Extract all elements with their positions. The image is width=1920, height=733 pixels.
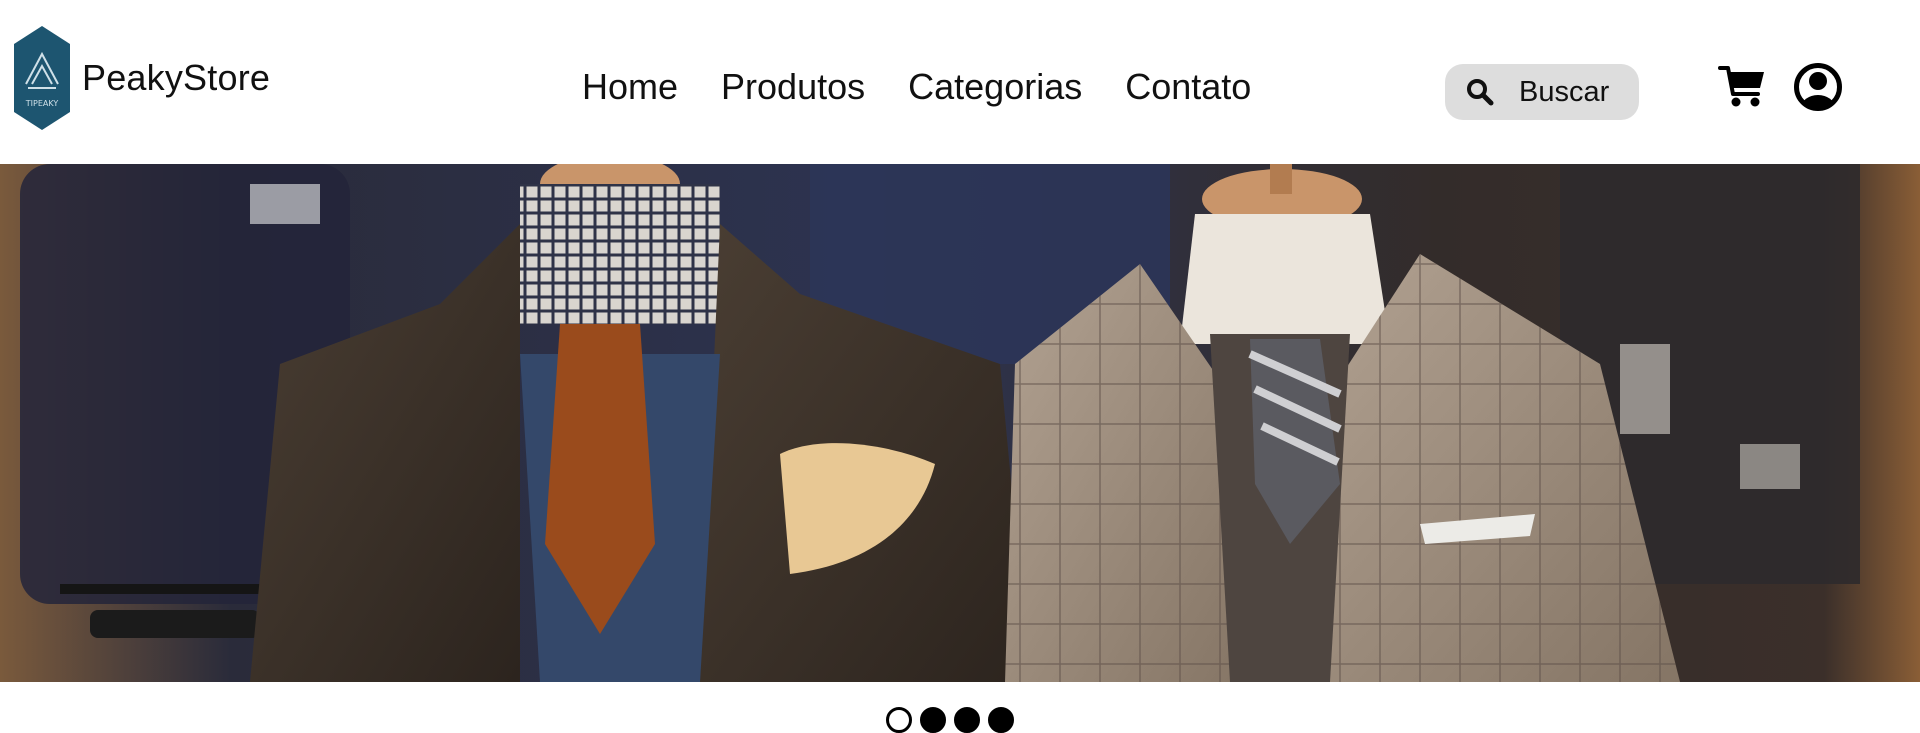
svg-text:TIPEAKY: TIPEAKY [25, 99, 59, 108]
nav-produtos[interactable]: Produtos [721, 66, 865, 108]
carousel-dot[interactable] [886, 707, 912, 733]
cart-icon [1718, 66, 1764, 107]
cart-button[interactable] [1718, 64, 1766, 108]
search-button[interactable]: Buscar [1445, 64, 1639, 120]
hero-banner[interactable] [0, 164, 1920, 682]
search-icon [1467, 79, 1494, 106]
brand-name: PeakyStore [82, 57, 271, 98]
nav-home[interactable]: Home [582, 66, 678, 108]
carousel-dot[interactable] [954, 707, 980, 733]
main-nav: Home Produtos Categorias Contato [582, 66, 1251, 108]
nav-categorias[interactable]: Categorias [908, 66, 1082, 108]
nav-contato[interactable]: Contato [1125, 66, 1251, 108]
carousel-dot[interactable] [988, 707, 1014, 733]
hero-image [0, 164, 1920, 682]
carousel-indicators [886, 707, 1014, 733]
account-button[interactable] [1793, 62, 1843, 112]
search-label: Buscar [1519, 75, 1610, 108]
user-circle-icon [1794, 63, 1842, 111]
brand[interactable]: TIPEAKY PeakyStore [12, 26, 270, 130]
site-header: TIPEAKY PeakyStore Home Produtos Categor… [0, 0, 1920, 164]
carousel-dot[interactable] [920, 707, 946, 733]
logo-icon: TIPEAKY [14, 26, 70, 130]
